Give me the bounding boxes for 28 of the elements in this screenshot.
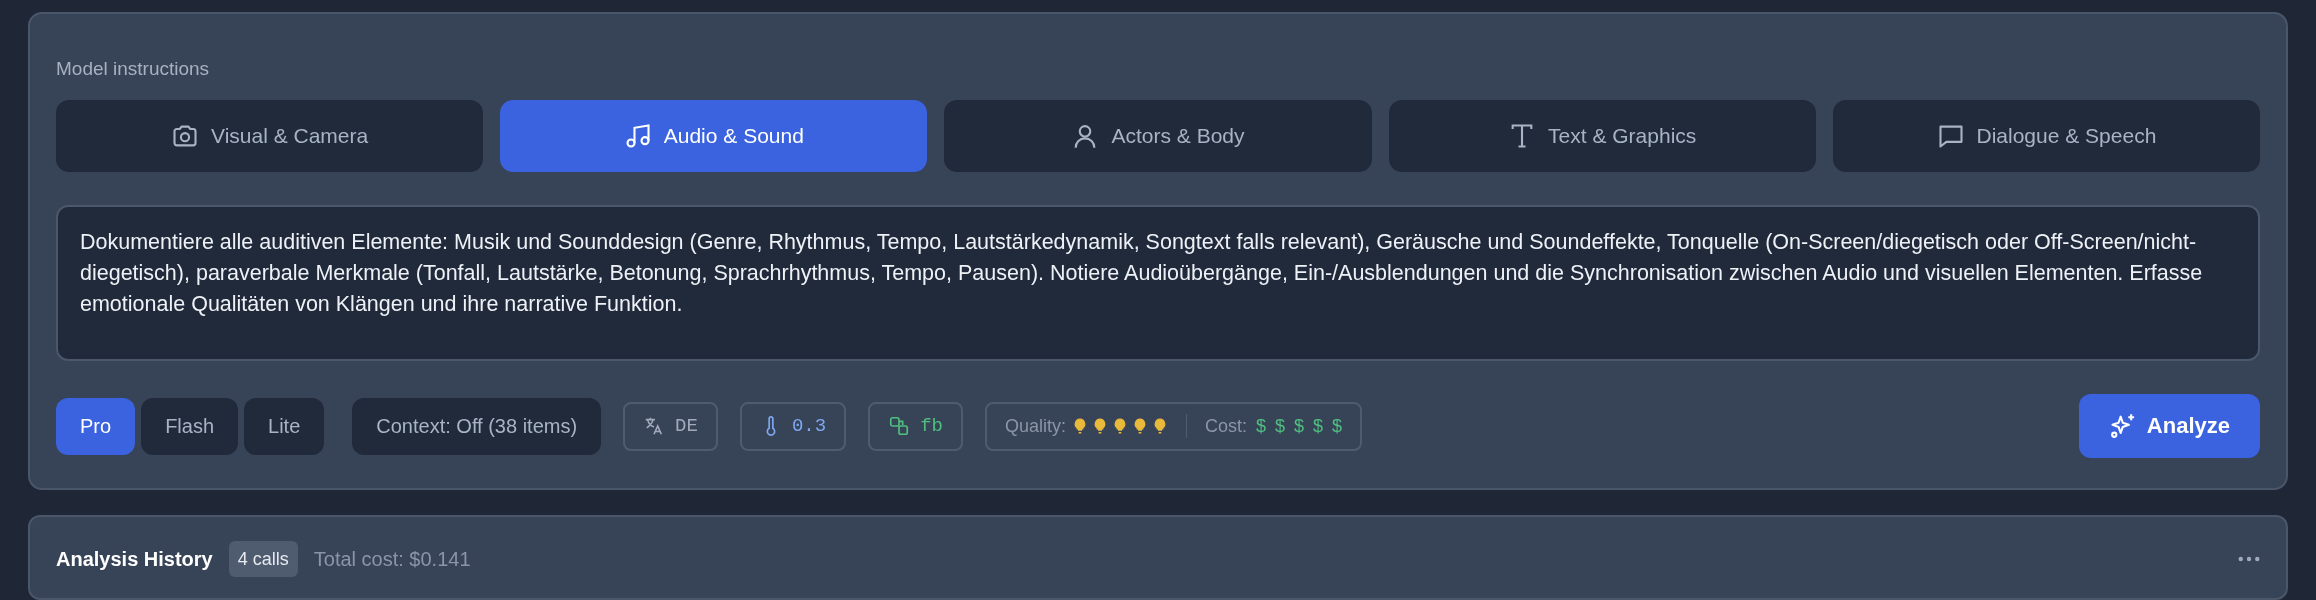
- linked-squares-icon: [888, 415, 911, 437]
- panel-title: Model instructions: [56, 58, 211, 80]
- context-button[interactable]: Context: Off (38 items): [352, 397, 602, 455]
- category-tab[interactable]: Visual & Camera: [56, 100, 484, 172]
- analyze-button[interactable]: Analyze: [2078, 394, 2260, 458]
- cost-label: Cost:: [1204, 415, 1247, 437]
- history-title: Analysis History: [56, 547, 213, 572]
- model-button[interactable]: Flash: [141, 397, 239, 455]
- instructions-field[interactable]: Dokumentiere alle auditiven Elemente: Musik und Sounddesign (Genre, Rhythmus, Tempo, Lautstärkedynamik, Songtext falls relevant), Geräusche und Soundeffekte, Tonquelle (On-Screen/diegetisch oder Off-Screen/nicht-diegetisch), paraverbale Merkmale (Tonfall, Lautstärke, Betonung, Sprachrhythmus, Tempo, Pausen). Notiere Audioübergänge, Ein-/Ausblendungen und die Synchronisation zwischen Audio und visuellen Elementen. Erfasse emotionale Qualitäten von Klängen und ihre narrative Funktion.: [56, 205, 2260, 361]
- category-tab[interactable]: Actors & Body: [944, 100, 1372, 172]
- temperature-chip[interactable]: 0.3: [739, 401, 847, 451]
- dollar-sign: $: [1256, 415, 1266, 437]
- category-tab[interactable]: Text & Graphics: [1388, 100, 1816, 172]
- dollar-sign: $: [1332, 415, 1343, 437]
- category-tab[interactable]: Dialogue & Speech: [1832, 100, 2260, 172]
- dollar-sign: $: [1313, 415, 1324, 437]
- category-tab[interactable]: Audio & Sound: [500, 100, 928, 172]
- language-chip[interactable]: DE: [623, 401, 718, 451]
- call-count: 4 calls: [228, 541, 298, 577]
- more-icon[interactable]: [2238, 556, 2260, 562]
- quality-label: Quality:: [1004, 415, 1066, 437]
- fallback-chip[interactable]: fb: [868, 401, 963, 451]
- total-cost: Total cost: $0.141: [313, 547, 471, 572]
- dollar-sign: $: [1275, 415, 1285, 437]
- dollar-sign: $: [1294, 415, 1305, 437]
- sparkles-icon: [2108, 412, 2137, 440]
- model-button[interactable]: Pro: [56, 397, 136, 455]
- model-button[interactable]: Lite: [244, 397, 325, 455]
